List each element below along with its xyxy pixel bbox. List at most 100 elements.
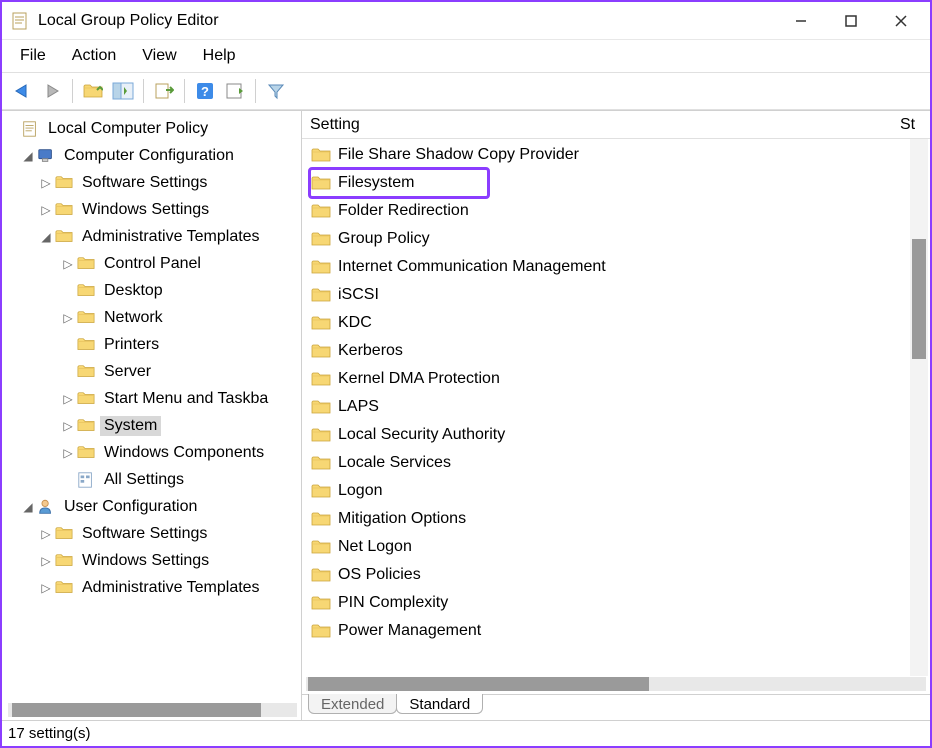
list-item[interactable]: Locale Services	[310, 449, 930, 477]
list-horizontal-scrollbar[interactable]	[302, 676, 930, 694]
list-item[interactable]: KDC	[310, 309, 930, 337]
maximize-button[interactable]	[826, 3, 876, 39]
tree-node[interactable]: Printers	[4, 331, 301, 358]
list-item[interactable]: Folder Redirection	[310, 197, 930, 225]
minimize-button[interactable]	[776, 3, 826, 39]
expander-icon[interactable]: ▷	[38, 176, 54, 190]
tree-node[interactable]: Local Computer Policy	[4, 115, 301, 142]
list-item[interactable]: Group Policy	[310, 225, 930, 253]
properties-button[interactable]	[221, 77, 249, 105]
statusbar: 17 setting(s)	[2, 720, 930, 746]
expander-icon[interactable]: ▷	[60, 257, 76, 271]
filter-button[interactable]	[262, 77, 290, 105]
list-item[interactable]: Filesystem	[310, 169, 488, 197]
list-item-label: OS Policies	[338, 566, 421, 584]
tree-horizontal-scrollbar[interactable]	[4, 702, 301, 720]
expander-icon[interactable]: ◢	[20, 149, 36, 163]
list-item-label: Group Policy	[338, 230, 430, 248]
tree-node-label: Local Computer Policy	[44, 119, 212, 139]
tree-node[interactable]: ▷Windows Components	[4, 439, 301, 466]
tree-node[interactable]: ◢ Computer Configuration	[4, 142, 301, 169]
settings-list[interactable]: File Share Shadow Copy ProviderFilesyste…	[302, 139, 930, 645]
user-icon	[36, 498, 56, 516]
list-item-label: KDC	[338, 314, 372, 332]
menu-file[interactable]: File	[8, 43, 58, 69]
show-hide-tree-button[interactable]	[109, 77, 137, 105]
list-item[interactable]: Net Logon	[310, 533, 930, 561]
list-header[interactable]: Setting St	[302, 111, 930, 139]
column-state[interactable]: St	[900, 116, 930, 134]
tree-node[interactable]: ▷System	[4, 412, 301, 439]
expander-icon[interactable]: ◢	[38, 230, 54, 244]
tree-node[interactable]: Desktop	[4, 277, 301, 304]
list-item-label: Local Security Authority	[338, 426, 505, 444]
list-item[interactable]: PIN Complexity	[310, 589, 930, 617]
expander-icon[interactable]: ▷	[60, 419, 76, 433]
tree-node-label: All Settings	[100, 470, 188, 490]
tree-node[interactable]: ▷ Software Settings	[4, 169, 301, 196]
expander-icon[interactable]: ▷	[60, 392, 76, 406]
app-icon	[10, 11, 30, 31]
tree-node[interactable]: ▷Windows Settings	[4, 196, 301, 223]
folder-icon	[310, 202, 332, 220]
list-item[interactable]: Logon	[310, 477, 930, 505]
folder-icon	[54, 579, 74, 597]
list-item[interactable]: File Share Shadow Copy Provider	[310, 141, 930, 169]
expander-icon[interactable]: ▷	[38, 203, 54, 217]
column-setting[interactable]: Setting	[310, 116, 900, 134]
expander-icon[interactable]: ▷	[38, 527, 54, 541]
list-item[interactable]: Kernel DMA Protection	[310, 365, 930, 393]
tree-node[interactable]: ▷Software Settings	[4, 520, 301, 547]
tree-node[interactable]: ▷Network	[4, 304, 301, 331]
back-button[interactable]	[8, 77, 36, 105]
expander-icon[interactable]: ▷	[60, 311, 76, 325]
up-button[interactable]	[79, 77, 107, 105]
tree-node[interactable]: ▷ Administrative Templates	[4, 574, 301, 601]
folder-icon	[310, 146, 332, 164]
folder-icon	[76, 363, 96, 381]
expander-icon[interactable]: ▷	[38, 554, 54, 568]
expander-icon[interactable]: ▷	[60, 446, 76, 460]
tree-node-label: Computer Configuration	[60, 146, 238, 166]
folder-icon	[310, 342, 332, 360]
folder-icon	[310, 482, 332, 500]
tab-standard[interactable]: Standard	[396, 694, 483, 714]
list-item[interactable]: LAPS	[310, 393, 930, 421]
tree-node[interactable]: Server	[4, 358, 301, 385]
expander-icon[interactable]: ◢	[20, 500, 36, 514]
menu-help[interactable]: Help	[191, 43, 248, 69]
list-item[interactable]: Power Management	[310, 617, 930, 645]
folder-icon	[310, 622, 332, 640]
tree-node-label: Administrative Templates	[78, 578, 264, 598]
list-item[interactable]: Kerberos	[310, 337, 930, 365]
list-vertical-scrollbar[interactable]	[910, 139, 928, 676]
tree-node[interactable]: All Settings	[4, 466, 301, 493]
folder-icon	[310, 286, 332, 304]
tree-pane: Local Computer Policy ◢ Computer Configura…	[2, 111, 302, 720]
menubar: File Action View Help	[2, 40, 930, 72]
forward-button[interactable]	[38, 77, 66, 105]
list-item[interactable]: iSCSI	[310, 281, 930, 309]
tree-node-label: Control Panel	[100, 254, 205, 274]
export-button[interactable]	[150, 77, 178, 105]
close-button[interactable]	[876, 3, 926, 39]
policy-tree[interactable]: Local Computer Policy ◢ Computer Configura…	[4, 115, 301, 601]
list-item[interactable]: OS Policies	[310, 561, 930, 589]
tree-node[interactable]: ◢User Configuration	[4, 493, 301, 520]
expander-icon[interactable]: ▷	[38, 581, 54, 595]
tree-node[interactable]: ▷Start Menu and Taskba	[4, 385, 301, 412]
menu-view[interactable]: View	[130, 43, 188, 69]
list-item-label: Folder Redirection	[338, 202, 469, 220]
list-item[interactable]: Internet Communication Management	[310, 253, 930, 281]
list-item-label: Locale Services	[338, 454, 451, 472]
folder-icon	[54, 525, 74, 543]
tree-node-label: Software Settings	[78, 173, 211, 193]
list-item[interactable]: Local Security Authority	[310, 421, 930, 449]
list-item[interactable]: Mitigation Options	[310, 505, 930, 533]
tree-node[interactable]: ▷Windows Settings	[4, 547, 301, 574]
help-button[interactable]: ?	[191, 77, 219, 105]
tab-extended[interactable]: Extended	[308, 694, 397, 714]
menu-action[interactable]: Action	[60, 43, 128, 69]
tree-node[interactable]: ▷ Control Panel	[4, 250, 301, 277]
tree-node[interactable]: ◢Administrative Templates	[4, 223, 301, 250]
